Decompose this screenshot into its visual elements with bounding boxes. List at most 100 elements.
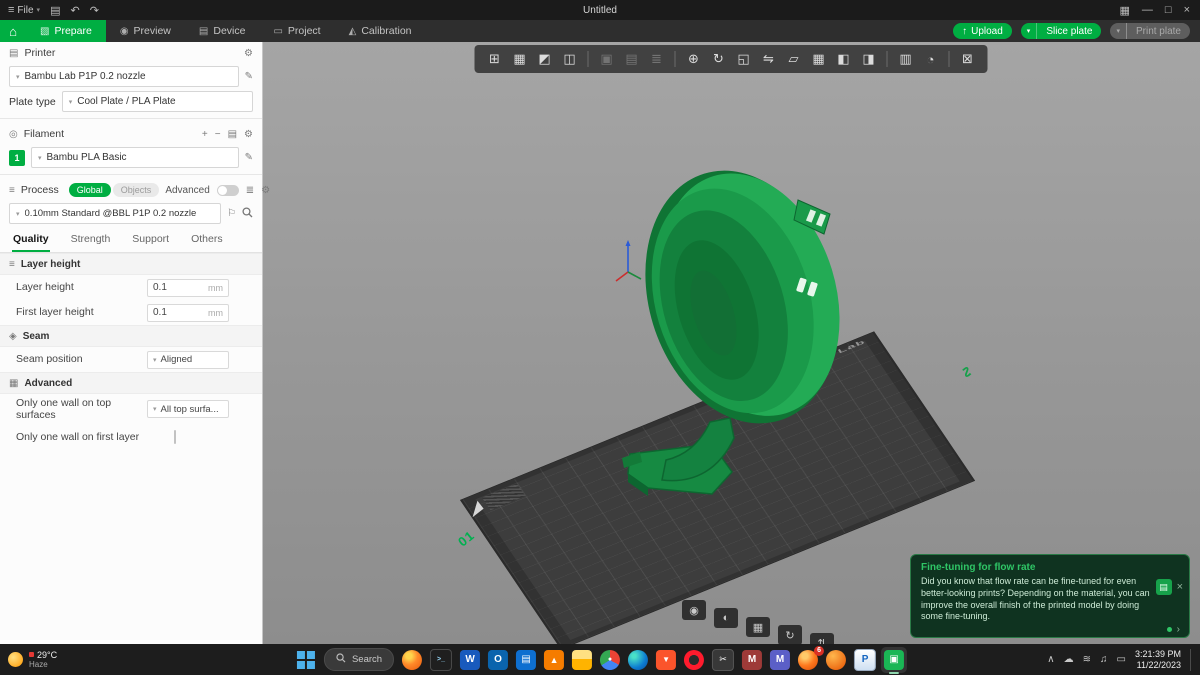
filament-select[interactable]: ▾ Bambu PLA Basic <box>31 147 239 168</box>
onedrive-icon[interactable]: ☁ <box>1064 654 1074 665</box>
param-table-icon[interactable]: ≣ <box>246 185 254 196</box>
add-plate-icon[interactable]: ▦ <box>508 48 532 70</box>
color-painting-icon[interactable]: ▣ <box>595 48 619 70</box>
export-icon[interactable]: ▤ <box>50 4 60 17</box>
process-objects-toggle[interactable]: Objects <box>112 183 160 197</box>
move-icon[interactable]: ⊕ <box>682 48 706 70</box>
file-menu[interactable]: ≡ File ▾ <box>8 4 40 16</box>
only-one-wall-first-layer-checkbox[interactable] <box>174 429 176 444</box>
support-painting-icon[interactable]: ▤ <box>620 48 644 70</box>
plate-camera-icon[interactable]: ◉ <box>682 600 706 620</box>
toast-next-button[interactable]: › <box>1177 624 1180 635</box>
compare-preset-icon[interactable]: ⚐ <box>227 208 236 219</box>
opera[interactable] <box>684 649 705 670</box>
sync-filament-icon[interactable]: ▤ <box>228 129 237 140</box>
slice-plate-button[interactable]: Slice plate <box>1037 23 1101 39</box>
show-desktop-button[interactable] <box>1190 648 1194 671</box>
seam-position-select[interactable]: ▾ Aligned <box>147 350 229 369</box>
print-options-chevron[interactable]: ▾ <box>1110 23 1127 39</box>
plate-type-select[interactable]: ▾ Cool Plate / PLA Plate <box>61 91 253 112</box>
tab-device[interactable]: ▤ Device <box>185 20 260 42</box>
file-explorer[interactable] <box>572 649 593 670</box>
filament-settings-icon[interactable]: ⚙ <box>244 129 253 140</box>
tab-quality[interactable]: Quality <box>12 231 50 252</box>
printer-select[interactable]: ▾ Bambu Lab P1P 0.2 nozzle <box>9 66 239 87</box>
teams[interactable]: M <box>770 649 791 670</box>
advanced-group-header[interactable]: ▦ Advanced <box>0 372 262 394</box>
hidden-icons-chevron[interactable]: ∧ <box>1047 654 1054 665</box>
bambu-studio[interactable]: ▣ <box>881 646 908 674</box>
redo-icon[interactable]: ↷ <box>90 4 99 17</box>
tab-support[interactable]: Support <box>131 231 170 252</box>
minimize-button[interactable]: — <box>1142 4 1153 16</box>
search-icon[interactable] <box>242 206 253 221</box>
process-global-toggle[interactable]: Global <box>68 183 111 197</box>
text-tool-icon[interactable]: ≣ <box>645 48 669 70</box>
tab-prepare[interactable]: ▧ Prepare <box>26 20 106 42</box>
firefox-nightly[interactable] <box>826 649 847 670</box>
plate-grid-icon[interactable]: ▦ <box>746 617 770 637</box>
edge[interactable] <box>628 649 649 670</box>
rotate-icon[interactable]: ↻ <box>707 48 731 70</box>
split-to-objects-icon[interactable]: ◧ <box>832 48 856 70</box>
add-object-icon[interactable]: ⊞ <box>483 48 507 70</box>
chrome[interactable]: ● <box>600 649 621 670</box>
upload-button[interactable]: ↑ Upload <box>953 23 1012 39</box>
start-button[interactable] <box>296 650 316 670</box>
split-to-parts-icon[interactable]: ◨ <box>857 48 881 70</box>
param-settings-icon[interactable]: ⚙ <box>261 185 270 196</box>
flow-calibration-icon[interactable]: ▤ <box>1155 579 1172 596</box>
edit-filament-icon[interactable]: ✎ <box>245 152 253 163</box>
plate-shade-icon[interactable]: ◐ <box>714 608 738 628</box>
mirror-icon[interactable]: ⇋ <box>757 48 781 70</box>
seam-group-header[interactable]: ◈ Seam <box>0 325 262 347</box>
process-preset-select[interactable]: ▾ 0.10mm Standard @BBL P1P 0.2 nozzle <box>9 203 221 224</box>
timelapse-icon[interactable]: ◔ <box>919 48 943 70</box>
microsoft-store[interactable]: ▤ <box>516 649 537 670</box>
variable-layer-height-icon[interactable]: ▥ <box>894 48 918 70</box>
wifi-icon[interactable]: ≋ <box>1083 654 1091 665</box>
tab-others[interactable]: Others <box>190 231 224 252</box>
paint[interactable]: P <box>854 648 877 671</box>
advanced-toggle[interactable] <box>216 184 239 196</box>
firefox[interactable] <box>402 649 423 670</box>
snipping-tool[interactable]: ✂ <box>712 648 735 671</box>
tab-strength[interactable]: Strength <box>70 231 112 252</box>
lay-on-face-icon[interactable]: ▱ <box>782 48 806 70</box>
brave[interactable]: ▼ <box>656 649 677 670</box>
edit-printer-icon[interactable]: ✎ <box>245 71 253 82</box>
word[interactable]: W <box>460 649 481 670</box>
layout-icon[interactable]: ▦ <box>1120 4 1130 17</box>
battery-icon[interactable]: ▭ <box>1117 654 1126 665</box>
vlc[interactable]: ▲ <box>544 649 565 670</box>
layer-height-group-header[interactable]: ≡ Layer height <box>0 253 262 275</box>
layer-height-input[interactable]: 0.1 mm <box>147 278 229 297</box>
taskbar-search[interactable]: Search <box>323 648 395 671</box>
split-model-icon[interactable]: ◫ <box>558 48 582 70</box>
assembly-view-icon[interactable]: ⊠ <box>956 48 980 70</box>
outlook[interactable]: O <box>488 649 509 670</box>
firefox-developer[interactable]: 6 <box>798 645 825 670</box>
plate-updown-icon[interactable]: ⇅ <box>810 633 834 644</box>
tab-calibration[interactable]: ◭ Calibration <box>335 20 426 42</box>
auto-orient-icon[interactable]: ◩ <box>533 48 557 70</box>
only-one-wall-top-select[interactable]: ▾ All top surfa... <box>147 400 229 419</box>
printer-settings-icon[interactable]: ⚙ <box>244 48 253 59</box>
maximize-button[interactable]: □ <box>1165 4 1172 16</box>
scale-icon[interactable]: ◱ <box>732 48 756 70</box>
taskbar-clock[interactable]: 3:21:39 PM 11/22/2023 <box>1135 649 1181 671</box>
model-fan-shroud[interactable] <box>562 122 922 542</box>
terminal[interactable]: >_ <box>430 648 453 671</box>
m-app-maroon[interactable]: M <box>742 649 763 670</box>
arrange-icon[interactable]: ▦ <box>807 48 831 70</box>
add-filament-icon[interactable]: + <box>202 129 208 140</box>
toast-close-icon[interactable]: × <box>1177 581 1183 593</box>
home-button[interactable]: ⌂ <box>0 20 26 42</box>
print-plate-button[interactable]: Print plate <box>1127 23 1190 39</box>
remove-filament-icon[interactable]: − <box>215 129 221 140</box>
slice-options-chevron[interactable]: ▾ <box>1021 23 1038 39</box>
weather-widget[interactable]: 29°C Haze <box>8 644 57 675</box>
undo-icon[interactable]: ↶ <box>70 4 79 17</box>
tab-project[interactable]: ▭ Project <box>259 20 334 42</box>
volume-icon[interactable]: ♫ <box>1100 654 1108 665</box>
